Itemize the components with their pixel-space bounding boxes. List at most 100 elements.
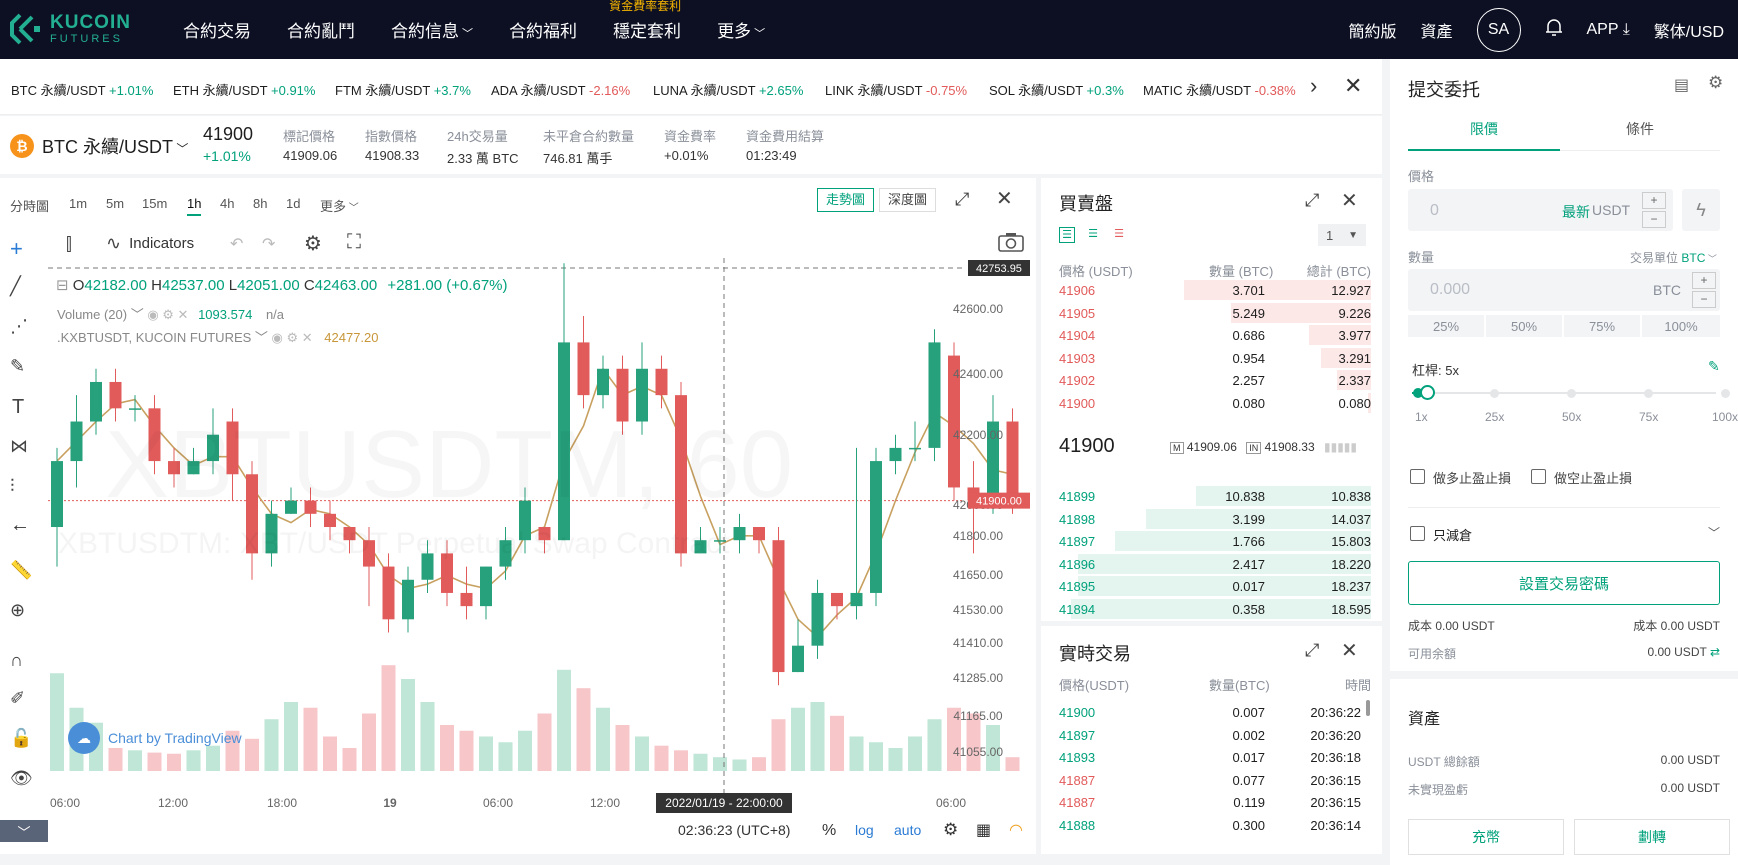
qty-decrement-button[interactable]: −: [1692, 291, 1716, 308]
calculator-icon[interactable]: ▤: [1674, 75, 1689, 95]
ask-row[interactable]: 41906 3.701 12.927: [1059, 279, 1371, 301]
lightning-icon[interactable]: ϟ: [1682, 189, 1720, 231]
price-input[interactable]: 0 最新 USDT + −: [1408, 189, 1673, 231]
bid-row[interactable]: 41895 0.017 18.237: [1059, 575, 1371, 597]
timeframe-1h[interactable]: 1h: [187, 196, 202, 216]
locale-currency[interactable]: 繁体/USD: [1654, 18, 1724, 42]
settings-icon[interactable]: ⚙: [943, 820, 958, 840]
nav-futures-info[interactable]: 合約信息 ﹀: [391, 17, 473, 42]
latest-price-button[interactable]: 最新: [1562, 202, 1590, 222]
view-both-icon[interactable]: ☰: [1059, 227, 1075, 243]
nav-more[interactable]: 更多 ﹀: [717, 17, 765, 42]
ticker-item[interactable]: BTC 永續/USDT +1.01%: [11, 80, 153, 99]
chevron-right-icon[interactable]: ›: [1310, 73, 1317, 99]
camera-icon[interactable]: [998, 232, 1024, 257]
nav-assets[interactable]: 資產: [1420, 18, 1452, 42]
ticker-item[interactable]: ADA 永續/USDT -2.16%: [491, 80, 630, 99]
unlock-icon[interactable]: 🔓: [10, 728, 32, 749]
eye-icon[interactable]: 👁: [10, 768, 33, 789]
arrow-left-icon[interactable]: ←: [10, 514, 30, 537]
pct-50-button[interactable]: 50%: [1486, 315, 1562, 337]
settings-icon[interactable]: ⚙: [1708, 73, 1723, 93]
indicators-button[interactable]: ∿ Indicators: [106, 233, 194, 254]
ticker-item[interactable]: ETH 永續/USDT +0.91%: [173, 80, 315, 99]
text-icon[interactable]: T: [12, 396, 24, 419]
expand-icon[interactable]: ⤢: [1305, 190, 1319, 211]
redo-icon[interactable]: ↷: [262, 234, 275, 254]
timeframe-1d[interactable]: 1d: [286, 196, 300, 211]
depth-select[interactable]: 1 ▼: [1318, 224, 1366, 246]
close-icon[interactable]: ✕: [1344, 73, 1362, 99]
tab-conditional[interactable]: 條件: [1560, 111, 1720, 151]
ticker-item[interactable]: FTM 永續/USDT +3.7%: [335, 80, 471, 99]
price-decrement-button[interactable]: −: [1642, 211, 1666, 228]
brush-icon[interactable]: ✎: [10, 356, 25, 377]
tp-short-checkbox[interactable]: [1531, 469, 1546, 484]
ask-row[interactable]: 41904 0.686 3.977: [1059, 324, 1371, 346]
legend-tool-icons[interactable]: ◉ ⚙ ✕: [147, 307, 188, 322]
bid-row[interactable]: 41894 0.358 18.595: [1059, 598, 1371, 620]
qty-increment-button[interactable]: +: [1692, 272, 1716, 289]
legend-collapse-icon[interactable]: ⊟: [56, 277, 73, 294]
view-tab-chart[interactable]: 走勢圖: [817, 188, 875, 212]
undo-icon[interactable]: ↶: [230, 234, 243, 254]
bid-row[interactable]: 41898 3.199 14.037: [1059, 508, 1371, 530]
calendar-icon[interactable]: ▦: [976, 820, 991, 840]
ticker-item[interactable]: SOL 永續/USDT +0.3%: [989, 80, 1124, 99]
timeframe-8h[interactable]: 8h: [253, 196, 267, 211]
transfer-icon[interactable]: ⇄: [1710, 645, 1720, 659]
nav-futures-benefits[interactable]: 合約福利: [509, 17, 577, 42]
edit-icon[interactable]: ✎: [1708, 358, 1720, 375]
app-download[interactable]: APP ⤓: [1587, 21, 1630, 39]
ask-row[interactable]: 41902 2.257 2.337: [1059, 369, 1371, 391]
timeframe-4h[interactable]: 4h: [220, 196, 234, 211]
auto-scale-toggle[interactable]: auto: [894, 822, 921, 838]
close-icon[interactable]: ✕: [996, 186, 1013, 211]
fullscreen-icon[interactable]: ⛶: [347, 231, 361, 254]
magnet-icon[interactable]: ∩: [10, 650, 23, 671]
price-increment-button[interactable]: +: [1642, 192, 1666, 209]
bid-row[interactable]: 41899 10.838 10.838: [1059, 485, 1371, 507]
ticker-item[interactable]: LUNA 永續/USDT +2.65%: [653, 80, 803, 99]
candle-type-icon[interactable]: ⫿: [66, 234, 72, 255]
trend-line-icon[interactable]: ╱: [10, 276, 21, 297]
avatar[interactable]: SA: [1476, 7, 1521, 52]
set-trading-password-button[interactable]: 設置交易密碼: [1408, 561, 1720, 605]
qty-input[interactable]: 0.000 BTC + −: [1408, 269, 1720, 311]
expand-icon[interactable]: ⤢: [1305, 640, 1319, 661]
scrollbar[interactable]: [1366, 700, 1370, 716]
bid-row[interactable]: 41896 2.417 18.220: [1059, 553, 1371, 575]
bell-icon[interactable]: [1545, 17, 1563, 42]
pct-75-button[interactable]: 75%: [1564, 315, 1640, 337]
symbol-selector[interactable]: BTC 永續/USDT ﹀: [42, 133, 188, 159]
pattern-icon[interactable]: ⋈: [10, 436, 28, 457]
nav-futures-brawl[interactable]: 合約亂鬥: [287, 17, 355, 42]
timeframe-line[interactable]: 分時圖: [10, 196, 49, 215]
timeframe-1m[interactable]: 1m: [69, 196, 87, 211]
view-asks-icon[interactable]: ☰: [1111, 227, 1127, 243]
lock-pen-icon[interactable]: ✐: [10, 688, 25, 709]
prediction-icon[interactable]: ⫶: [10, 476, 15, 497]
expand-icon[interactable]: ⤢: [955, 189, 969, 210]
tradingview-badge[interactable]: ☁ Chart by TradingView: [68, 722, 242, 754]
percent-scale-toggle[interactable]: %: [822, 822, 836, 840]
nav-futures-trading[interactable]: 合約交易: [183, 17, 251, 42]
nav-stable-arbitrage[interactable]: 穩定套利 資金費率套利: [609, 0, 681, 42]
deposit-button[interactable]: 充幣: [1408, 819, 1564, 855]
fib-icon[interactable]: ⋰: [10, 316, 28, 337]
unit-selector[interactable]: 交易單位 BTC ﹀: [1630, 249, 1717, 266]
collapse-toolbar-button[interactable]: ﹀: [0, 820, 48, 842]
leverage-slider-handle[interactable]: [1420, 385, 1435, 400]
close-icon[interactable]: ✕: [1341, 188, 1358, 213]
legend-tool-icons[interactable]: ◉ ⚙ ✕: [272, 330, 313, 345]
tp-long-checkbox[interactable]: [1410, 469, 1425, 484]
zoom-in-icon[interactable]: ⊕: [10, 600, 25, 621]
ask-row[interactable]: 41905 5.249 9.226: [1059, 302, 1371, 324]
view-tab-depth[interactable]: 深度圖: [879, 188, 937, 212]
timeframe-5m[interactable]: 5m: [106, 196, 124, 211]
ruler-icon[interactable]: 📏: [10, 560, 32, 581]
chevron-down-icon[interactable]: ﹀: [1708, 524, 1720, 541]
view-bids-icon[interactable]: ☰: [1085, 227, 1101, 243]
nav-simple-mode[interactable]: 簡約版: [1348, 18, 1396, 42]
ticker-item[interactable]: MATIC 永續/USDT -0.38%: [1143, 80, 1303, 99]
